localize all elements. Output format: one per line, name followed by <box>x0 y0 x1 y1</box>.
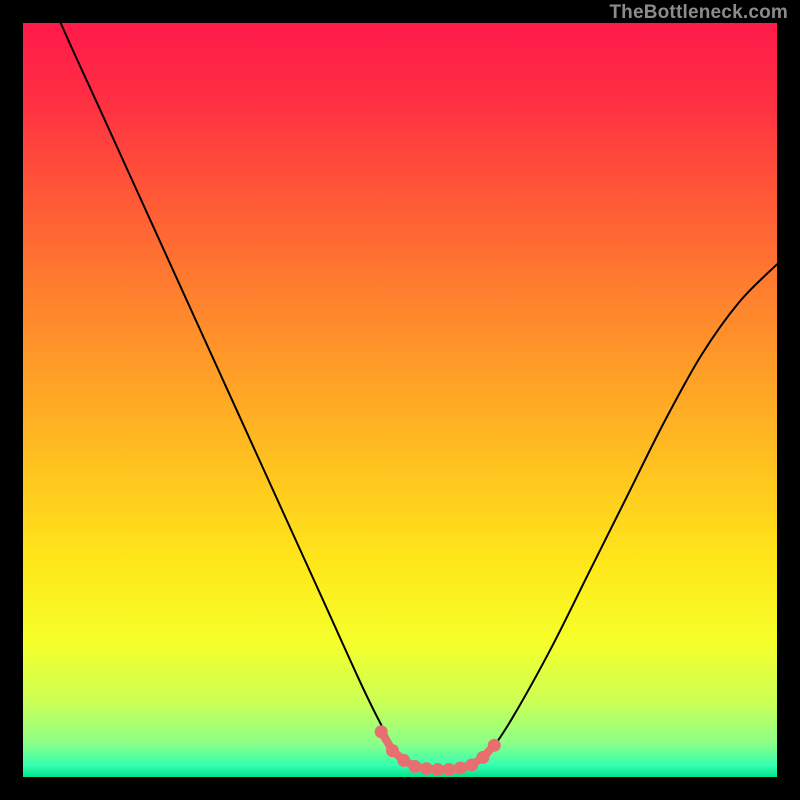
sweet-spot-marker <box>375 725 388 738</box>
sweet-spot-marker <box>386 744 399 757</box>
sweet-spot-markers <box>375 725 501 776</box>
bottleneck-curve <box>23 23 777 770</box>
sweet-spot-marker <box>454 761 467 774</box>
curve-layer <box>23 23 777 777</box>
sweet-spot-marker <box>476 751 489 764</box>
sweet-spot-marker <box>431 763 444 776</box>
sweet-spot-marker <box>488 739 501 752</box>
chart-frame: TheBottleneck.com <box>0 0 800 800</box>
sweet-spot-marker <box>397 754 410 767</box>
sweet-spot-marker <box>420 762 433 775</box>
sweet-spot-marker <box>465 758 478 771</box>
plot-area <box>23 23 777 777</box>
watermark-text: TheBottleneck.com <box>609 2 788 24</box>
sweet-spot-marker <box>443 763 456 776</box>
sweet-spot-marker <box>409 760 422 773</box>
